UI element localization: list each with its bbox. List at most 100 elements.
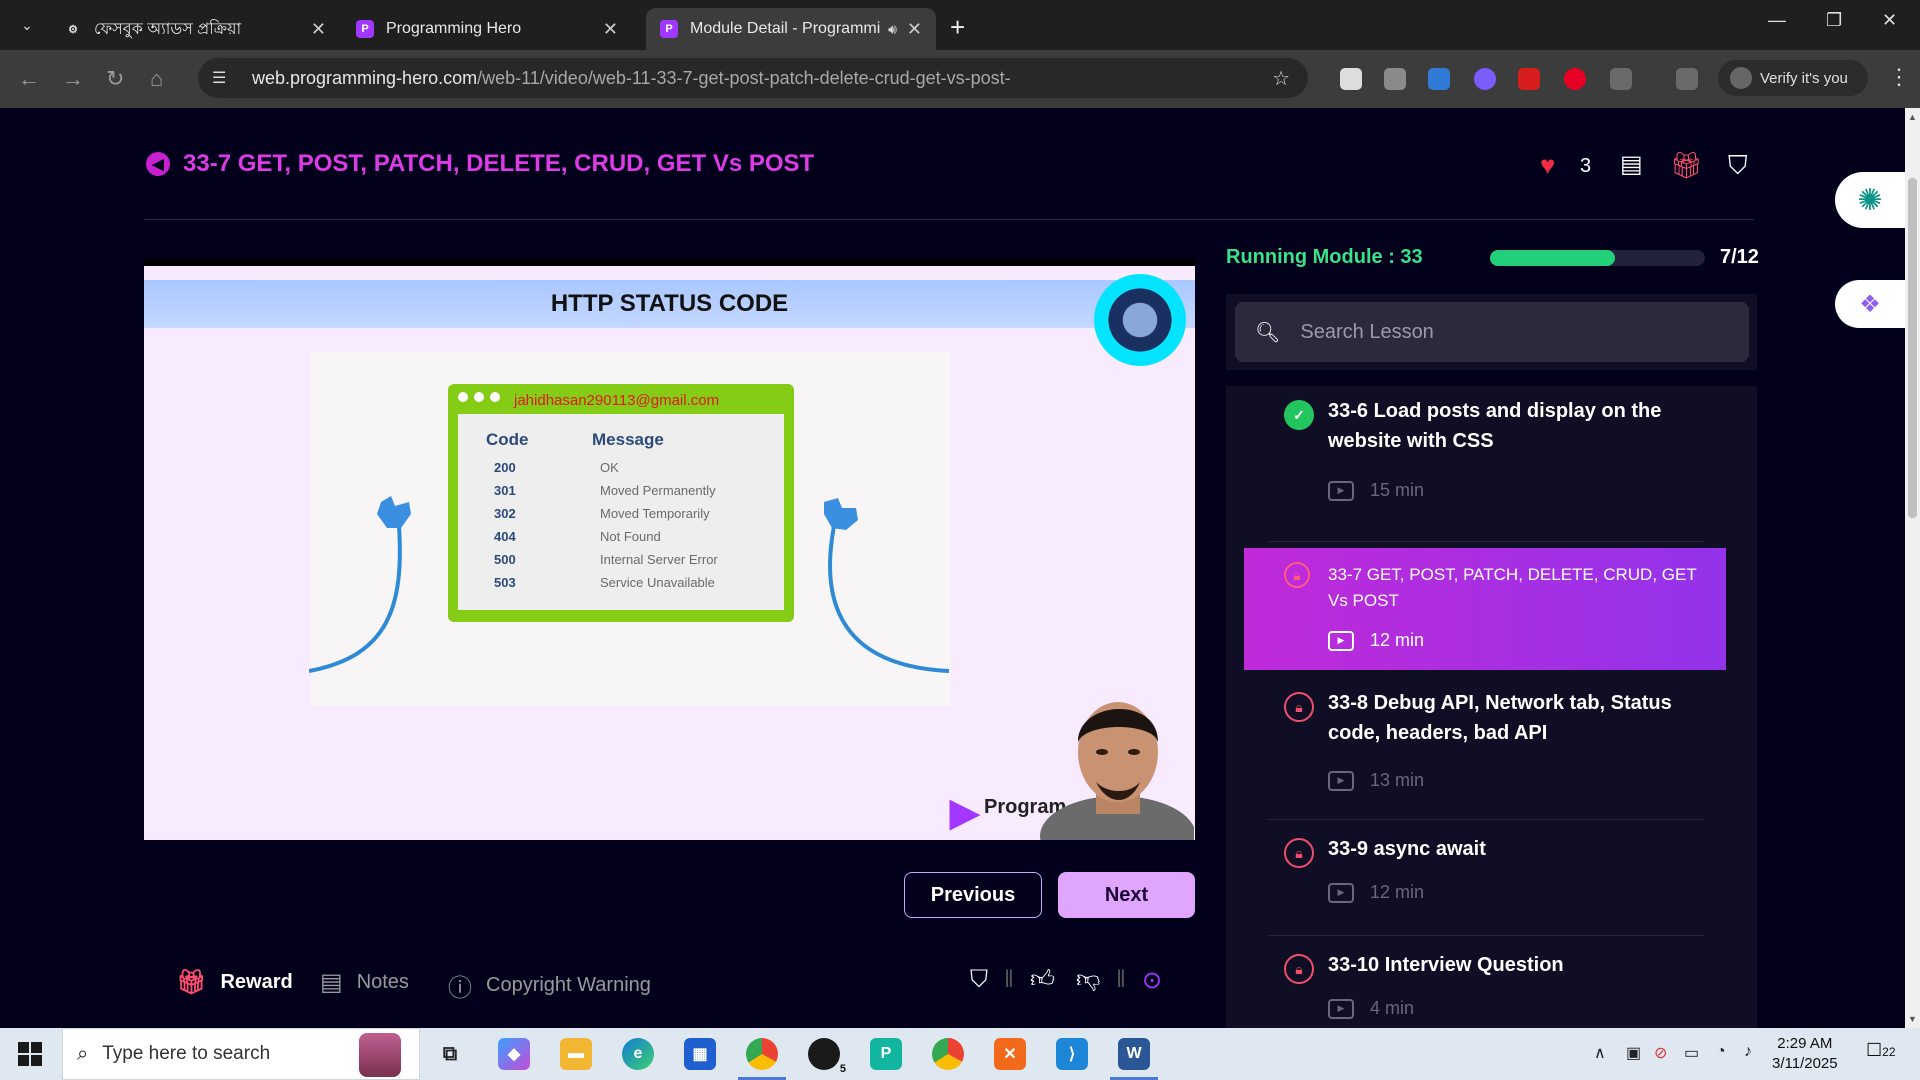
lock-icon: 🔒︎ — [1284, 692, 1314, 722]
bookmark-icon[interactable]: ⛉ — [970, 966, 988, 994]
lesson-duration: ▶ 12 min — [1328, 630, 1424, 651]
scrollbar-thumb[interactable] — [1908, 178, 1917, 518]
browser-menu-icon[interactable]: ⋮ — [1888, 64, 1910, 90]
watermark-email: jahidhasan290113@gmail.com — [514, 392, 720, 409]
extensions-puzzle-icon[interactable] — [1610, 68, 1632, 90]
taskbar-search-box[interactable]: ⌕ — [62, 1028, 420, 1080]
left-cable-icon — [309, 496, 411, 673]
wifi-icon[interactable]: ◔ — [1716, 1043, 1726, 1061]
lesson-item-33-7[interactable]: 🔒︎ 33-7 GET, POST, PATCH, DELETE, CRUD, … — [1244, 548, 1726, 670]
back-arrow-icon[interactable]: ← — [18, 66, 40, 92]
duration-text: 12 min — [1370, 630, 1425, 650]
search-icon: ⌕ — [77, 1042, 89, 1065]
whatsapp-icon[interactable]: 5 — [808, 1038, 850, 1076]
info-icon: ⓘ — [448, 975, 472, 1002]
tab-search-dropdown-icon[interactable]: ⌄ — [14, 12, 40, 38]
volume-icon[interactable]: ♪ — [1744, 1043, 1752, 1061]
task-view-icon[interactable]: ⧉ — [434, 1038, 466, 1070]
extension-icon[interactable] — [1384, 68, 1406, 90]
page-scrollbar[interactable]: ▲ ▼ — [1905, 108, 1920, 1028]
system-clock[interactable]: 2:29 AM 3/11/2025 — [1772, 1034, 1838, 1075]
tab-notes[interactable]: ▤ Notes — [320, 968, 409, 997]
header-divider — [144, 219, 1754, 220]
xampp-icon[interactable]: ✕ — [994, 1038, 1026, 1070]
pinterest-icon[interactable] — [1564, 68, 1586, 90]
media-control-icon[interactable] — [1676, 68, 1698, 90]
search-lesson-container: 🔍︎ — [1226, 294, 1757, 370]
clock-date: 3/11/2025 — [1772, 1055, 1838, 1073]
back-icon[interactable]: ◀ — [146, 152, 170, 176]
security-icon[interactable]: ⊘ — [1654, 1043, 1667, 1063]
right-cable-icon — [824, 498, 950, 673]
battery-icon[interactable]: ▭ — [1684, 1043, 1699, 1063]
close-tab-icon[interactable]: ✕ — [907, 19, 922, 40]
file-explorer-icon[interactable]: ▬ — [560, 1038, 592, 1070]
thumbs-up-icon[interactable]: 👍︎ — [1030, 966, 1055, 994]
tab-reward[interactable]: 🎁︎ Reward — [176, 968, 293, 997]
separator: ‖ — [1116, 966, 1126, 993]
site-info-icon[interactable]: ☰ — [212, 68, 234, 88]
heart-icon[interactable]: ♥ — [1540, 150, 1555, 181]
restore-icon[interactable]: ❐ — [1826, 10, 1842, 31]
previous-button[interactable]: Previous — [904, 872, 1042, 918]
verify-profile-button[interactable]: Verify it's you — [1718, 60, 1868, 96]
notes-doc-icon[interactable]: ▤ — [1620, 150, 1643, 179]
minimize-icon[interactable]: — — [1768, 10, 1786, 31]
lesson-item-33-9[interactable]: 🔒︎ 33-9 async await ▶ 12 min — [1244, 820, 1726, 936]
bookmark-star-icon[interactable]: ☆ — [1272, 66, 1290, 91]
status-message: Service Unavailable — [600, 575, 715, 590]
programming-hero-favicon-icon: P — [660, 20, 678, 38]
ai-assistant-icon[interactable]: ✺ — [1835, 172, 1905, 228]
gift-icon[interactable]: 🎁︎ — [1670, 150, 1703, 181]
notification-count: 22 — [1882, 1045, 1896, 1059]
tab-copyright-warning[interactable]: ⓘ Copyright Warning — [448, 968, 651, 1003]
store-icon[interactable]: ▦ — [684, 1038, 716, 1070]
windows-start-icon[interactable] — [18, 1042, 42, 1066]
search-lesson-box[interactable]: 🔍︎ — [1235, 302, 1749, 362]
taskbar-search-input[interactable] — [102, 1043, 363, 1065]
home-icon[interactable]: ⌂ — [150, 66, 163, 92]
whatsapp-badge: 5 — [835, 1062, 850, 1076]
copilot-icon[interactable]: ◆ — [498, 1038, 530, 1070]
browser-tab-programming-hero[interactable]: P Programming Hero ✕ — [342, 8, 632, 50]
new-tab-plus-icon[interactable]: + — [950, 12, 965, 43]
extension-icon[interactable] — [1474, 68, 1496, 90]
chrome-icon[interactable] — [738, 1038, 786, 1080]
meet-icon[interactable]: ▣ — [1626, 1043, 1641, 1063]
close-tab-icon[interactable]: ✕ — [311, 19, 326, 40]
pycharm-icon[interactable]: P — [870, 1038, 902, 1070]
close-tab-icon[interactable]: ✕ — [603, 19, 618, 40]
speaker-icon[interactable]: 🔊︎ — [888, 21, 897, 38]
scroll-down-icon[interactable]: ▼ — [1908, 1014, 1917, 1024]
next-button[interactable]: Next — [1058, 872, 1195, 918]
scroll-up-icon[interactable]: ▲ — [1908, 112, 1917, 122]
video-player[interactable]: HTTP STATUS CODE jahidhasan290113@gmail.… — [144, 258, 1195, 840]
lesson-title: 33-10 Interview Question — [1328, 954, 1564, 976]
collapse-up-icon[interactable]: ⊙ — [1142, 966, 1162, 995]
extension-icon[interactable] — [1428, 68, 1450, 90]
browser-tab-facebook-ads[interactable]: ⚙ ফেসবুক অ্যাডস প্রক্রিয়া ✕ — [50, 8, 340, 50]
close-window-icon[interactable]: ✕ — [1882, 10, 1897, 31]
notification-center-icon[interactable]: ☐22 — [1866, 1040, 1896, 1061]
chrome-profile-icon[interactable] — [932, 1038, 964, 1070]
search-lesson-input[interactable] — [1300, 320, 1721, 344]
forward-arrow-icon[interactable]: → — [62, 66, 84, 92]
url-text[interactable]: web.programming-hero.com/web-11/video/we… — [252, 68, 1011, 89]
reload-icon[interactable]: ↻ — [106, 66, 124, 92]
verify-label: Verify it's you — [1760, 69, 1848, 87]
browser-tab-module-detail[interactable]: P Module Detail - Programmi 🔊︎ ✕ — [646, 8, 936, 50]
pdf-extension-icon[interactable] — [1518, 68, 1540, 90]
reading-list-icon[interactable] — [1340, 68, 1362, 90]
lesson-item-33-8[interactable]: 🔒︎ 33-8 Debug API, Network tab, Status c… — [1244, 670, 1726, 820]
show-hidden-icons-icon[interactable]: ∧ — [1594, 1043, 1606, 1063]
lesson-item-33-10[interactable]: 🔒︎ 33-10 Interview Question ▶ 4 min — [1244, 936, 1726, 1028]
word-icon[interactable]: W — [1110, 1038, 1158, 1080]
edge-icon[interactable]: e — [622, 1038, 654, 1070]
brain-extension-icon[interactable]: ❖ — [1835, 280, 1905, 328]
address-bar[interactable]: ☰ web.programming-hero.com/web-11/video/… — [198, 58, 1308, 98]
thumbs-down-icon[interactable]: 👎︎ — [1076, 966, 1100, 994]
vscode-icon[interactable]: ⟩ — [1056, 1038, 1088, 1070]
bookmark-icon[interactable]: ⛉ — [1728, 150, 1748, 182]
lesson-item-33-6[interactable]: ✓ 33-6 Load posts and display on the web… — [1244, 386, 1726, 542]
lesson-title: 33-8 Debug API, Network tab, Status code… — [1328, 692, 1672, 744]
